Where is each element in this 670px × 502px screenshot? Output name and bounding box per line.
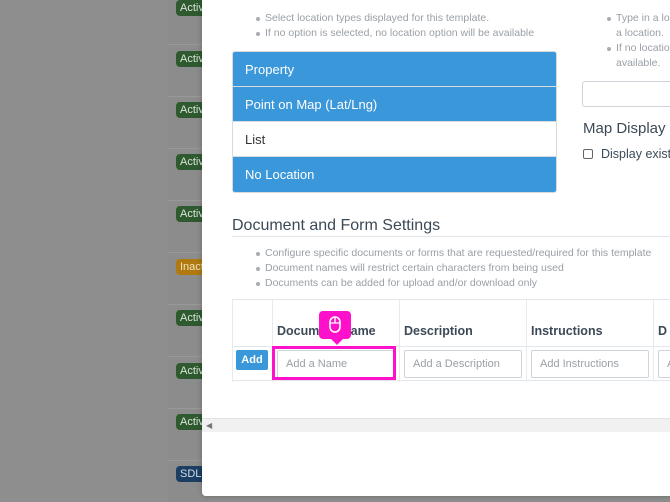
location-option-no-location[interactable]: No Location xyxy=(233,157,556,192)
document-hint: Document names will restrict certain cha… xyxy=(255,261,670,276)
document-settings-title: Document and Form Settings xyxy=(232,217,441,234)
document-hints: Configure specific documents or forms th… xyxy=(255,246,670,291)
location-type-options: Property Point on Map (Lat/Lng) List No … xyxy=(232,51,557,193)
column-header-extra: D xyxy=(658,324,668,338)
right-hint-continuation: available. xyxy=(616,57,661,69)
template-settings-modal: Select location types displayed for this… xyxy=(202,0,670,496)
display-existing-checkbox[interactable] xyxy=(583,149,593,159)
location-hint: Select location types displayed for this… xyxy=(255,11,555,26)
right-panel-hints: Type in a lo a location. If no locatio a… xyxy=(606,11,670,71)
section-divider xyxy=(232,236,670,237)
scroll-left-arrow-icon[interactable]: ◀ xyxy=(206,421,212,430)
display-existing-checkbox-row[interactable]: Display exist xyxy=(583,147,670,161)
table-row-divider xyxy=(232,346,670,347)
document-description-input[interactable] xyxy=(404,350,522,378)
column-divider xyxy=(653,300,654,382)
location-option-list[interactable]: List xyxy=(233,122,556,157)
location-option-property[interactable]: Property xyxy=(233,52,556,87)
document-hint: Documents can be added for upload and/or… xyxy=(255,276,670,291)
documents-table: Document Name Description Instructions D… xyxy=(232,299,670,382)
modal-footer xyxy=(202,432,670,496)
column-divider xyxy=(399,300,400,382)
column-divider xyxy=(272,300,273,382)
horizontal-scrollbar[interactable]: ◀ xyxy=(202,418,670,432)
location-hints: Select location types displayed for this… xyxy=(255,11,555,41)
document-hint: Configure specific documents or forms th… xyxy=(255,246,670,261)
mouse-icon-graphic xyxy=(329,316,341,333)
document-extra-input[interactable] xyxy=(658,350,670,378)
right-hint: Type in a lo xyxy=(606,11,670,26)
column-divider xyxy=(232,300,233,382)
column-header-description: Description xyxy=(404,324,473,338)
document-name-input[interactable] xyxy=(277,350,394,378)
location-option-point-on-map[interactable]: Point on Map (Lat/Lng) xyxy=(233,87,556,122)
mouse-icon xyxy=(319,311,351,345)
document-instructions-input[interactable] xyxy=(531,350,649,378)
right-hint-continuation: a location. xyxy=(616,27,664,39)
display-existing-label: Display exist xyxy=(601,147,670,161)
right-hint: If no locatio xyxy=(606,41,670,56)
column-header-instructions: Instructions xyxy=(531,324,603,338)
location-input[interactable] xyxy=(582,81,670,107)
add-document-button[interactable]: Add xyxy=(236,350,268,370)
map-display-title: Map Display xyxy=(583,120,666,137)
location-hint: If no option is selected, no location op… xyxy=(255,26,555,41)
column-divider xyxy=(526,300,527,382)
